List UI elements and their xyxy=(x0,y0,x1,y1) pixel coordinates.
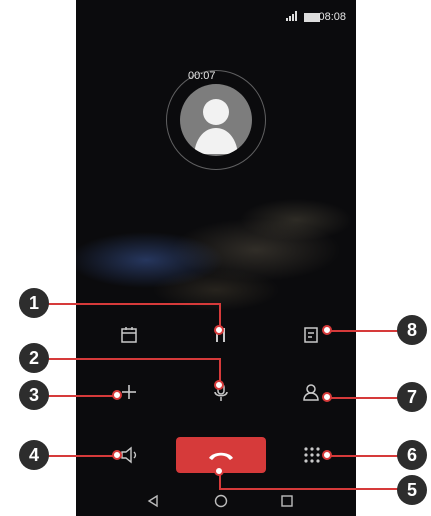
status-bar: 08:08 xyxy=(76,0,356,34)
recents-nav-icon[interactable] xyxy=(280,494,294,508)
home-nav-icon[interactable] xyxy=(214,494,228,508)
callout-dot-6 xyxy=(322,450,332,460)
person-icon xyxy=(194,99,238,154)
back-nav-icon[interactable] xyxy=(146,494,160,508)
callout-dot-3 xyxy=(112,390,122,400)
callout-line-1 xyxy=(48,303,221,305)
callout-dot-5 xyxy=(214,466,224,476)
contact-avatar-area xyxy=(166,70,266,170)
callout-line-6 xyxy=(328,455,403,457)
callout-badge-7: 7 xyxy=(397,382,427,412)
callout-dot-2 xyxy=(214,380,224,390)
callout-dot-4 xyxy=(112,450,122,460)
calendar-icon[interactable] xyxy=(120,326,138,344)
phone-screen: 08:08 00:07 xyxy=(76,0,356,516)
callout-dot-7 xyxy=(322,392,332,402)
keypad-icon[interactable] xyxy=(303,446,321,464)
callout-line-8 xyxy=(328,330,403,332)
callout-line-2 xyxy=(48,358,221,360)
speaker-icon[interactable] xyxy=(120,446,140,464)
callout-line-7 xyxy=(328,397,403,399)
call-duration: 00:07 xyxy=(188,70,216,82)
contacts-icon[interactable] xyxy=(302,382,320,402)
callout-line-3 xyxy=(48,395,120,397)
callout-badge-1: 1 xyxy=(19,288,49,318)
callout-dot-1 xyxy=(214,325,224,335)
callout-badge-4: 4 xyxy=(19,440,49,470)
callout-badge-2: 2 xyxy=(19,343,49,373)
callout-line-4 xyxy=(48,455,120,457)
status-time: 08:08 xyxy=(318,11,346,23)
callout-line-5 xyxy=(219,488,401,490)
callout-badge-6: 6 xyxy=(397,440,427,470)
callout-badge-3: 3 xyxy=(19,380,49,410)
avatar xyxy=(180,84,252,156)
callout-badge-8: 8 xyxy=(397,315,427,345)
add-call-icon[interactable] xyxy=(120,383,138,401)
callout-dot-8 xyxy=(322,325,332,335)
signal-icon xyxy=(286,11,297,21)
callout-badge-5: 5 xyxy=(397,475,427,505)
notes-icon[interactable] xyxy=(302,326,320,344)
